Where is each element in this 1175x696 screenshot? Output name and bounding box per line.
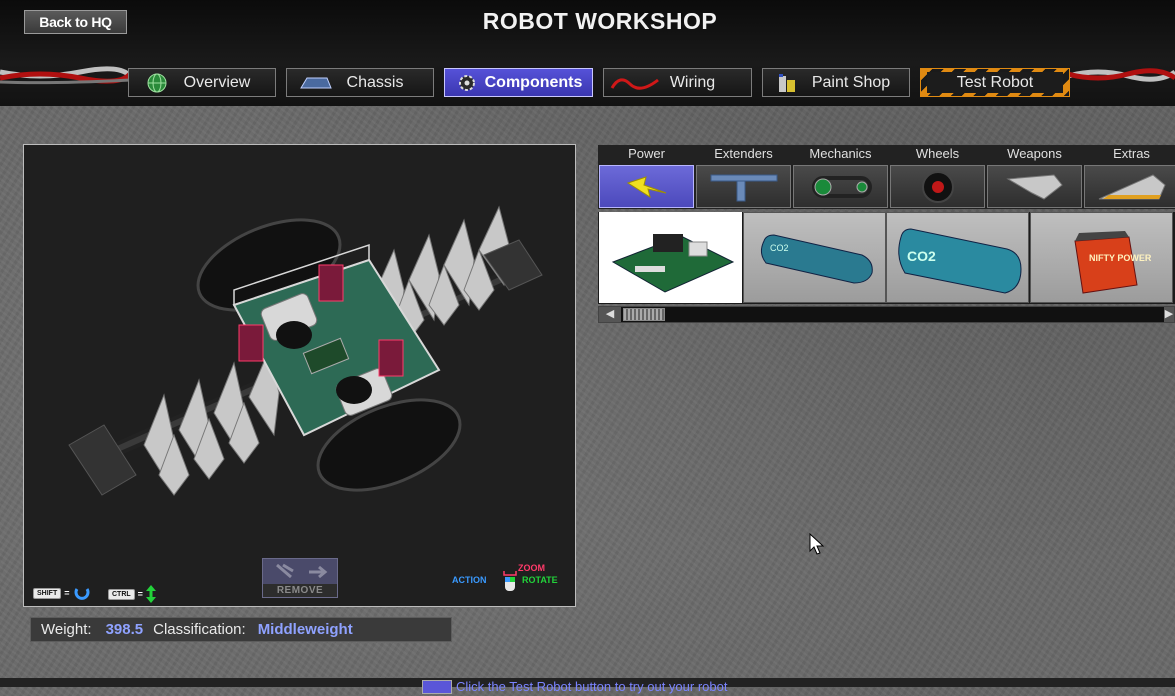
category-label: Weapons bbox=[1007, 146, 1062, 161]
category-label: Mechanics bbox=[809, 146, 872, 161]
wheel-icon bbox=[922, 171, 954, 203]
chain-drive-icon bbox=[812, 176, 872, 198]
ctrl-key-icon: CTRL bbox=[108, 588, 135, 600]
scroll-left-arrow-icon[interactable]: ◀ bbox=[599, 307, 621, 322]
category-button[interactable] bbox=[696, 165, 791, 208]
tab-components[interactable]: Components bbox=[444, 68, 593, 97]
rotate-label: ROTATE bbox=[522, 575, 558, 585]
item-co2-tank-small[interactable]: CO2 bbox=[743, 212, 886, 303]
robot-model[interactable] bbox=[24, 145, 575, 606]
mouse-controls-legend: ZOOM ACTION ROTATE bbox=[452, 563, 572, 603]
zoom-label: ZOOM bbox=[518, 563, 545, 573]
category-label: Wheels bbox=[915, 146, 960, 161]
page-title: ROBOT WORKSHOP bbox=[482, 8, 718, 34]
equals-sign: = bbox=[137, 589, 143, 599]
category-weapons[interactable]: Weapons bbox=[986, 145, 1083, 209]
item-co2-tank-large[interactable]: CO2 bbox=[886, 212, 1029, 303]
rotate-icon bbox=[74, 588, 89, 600]
weight-label: Weight: bbox=[41, 621, 92, 638]
category-label: Power bbox=[628, 146, 665, 161]
component-items: CO2 CO2 NIFTY POWER bbox=[598, 212, 1175, 304]
tab-paint-shop[interactable]: Paint Shop bbox=[762, 68, 910, 97]
battery-icon: NIFTY POWER bbox=[1074, 231, 1152, 294]
remove-label: REMOVE bbox=[263, 584, 337, 597]
equals-sign: = bbox=[64, 588, 70, 598]
category-button[interactable] bbox=[793, 165, 888, 208]
wire-decoration-right bbox=[1068, 68, 1175, 82]
mouse-cursor-icon bbox=[809, 533, 825, 555]
co2-tank-icon: CO2 bbox=[898, 228, 1022, 294]
category-extras[interactable]: Extras bbox=[1083, 145, 1175, 209]
tab-label: Components bbox=[484, 73, 583, 91]
battery-label: NIFTY POWER bbox=[1089, 253, 1152, 263]
remove-icon bbox=[276, 563, 328, 579]
tab-wiring[interactable]: Wiring bbox=[603, 68, 752, 97]
vertical-move-icon bbox=[145, 585, 156, 603]
tab-label: Wiring bbox=[669, 73, 716, 91]
category-label: Extras bbox=[1113, 146, 1150, 161]
lightning-icon bbox=[626, 176, 667, 199]
robot-stats-bar: Weight: 398.5 Classification: Middleweig… bbox=[30, 617, 452, 642]
workshop-tabs: Overview Chassis Components Wiring Paint… bbox=[128, 68, 1070, 97]
scroll-right-arrow-icon[interactable]: ▶ bbox=[1164, 307, 1174, 322]
category-wheels[interactable]: Wheels bbox=[889, 145, 986, 209]
remove-button[interactable]: REMOVE bbox=[262, 558, 338, 598]
tab-test-robot[interactable]: Test Robot bbox=[920, 68, 1070, 97]
category-button[interactable] bbox=[1084, 165, 1175, 208]
tab-overview[interactable]: Overview bbox=[128, 68, 276, 97]
category-power[interactable]: Power bbox=[598, 145, 695, 209]
category-extenders[interactable]: Extenders bbox=[695, 145, 792, 209]
category-button[interactable] bbox=[987, 165, 1082, 208]
action-label: ACTION bbox=[452, 575, 487, 585]
status-message: Click the Test Robot button to try out y… bbox=[456, 679, 728, 694]
category-mechanics[interactable]: Mechanics bbox=[792, 145, 889, 209]
item-battery-box[interactable]: NIFTY POWER bbox=[1030, 212, 1173, 303]
item-circuit-board[interactable] bbox=[599, 212, 742, 303]
category-button[interactable] bbox=[890, 165, 985, 208]
ctrl-move-hint: CTRL = bbox=[108, 585, 156, 603]
classification-label: Classification: bbox=[153, 621, 246, 638]
scroll-thumb[interactable] bbox=[623, 308, 665, 321]
tab-label: Overview bbox=[183, 73, 251, 91]
tab-label: Paint Shop bbox=[811, 73, 891, 91]
tab-label: Chassis bbox=[346, 73, 404, 91]
weight-value: 398.5 bbox=[105, 621, 144, 638]
shift-rotate-hint: SHIFT = bbox=[33, 585, 91, 601]
blade-icon bbox=[1006, 174, 1063, 200]
component-categories: Power Extenders Mechanics Wheels Weapons… bbox=[598, 145, 1175, 209]
category-label: Extenders bbox=[714, 146, 773, 161]
mouse-icon bbox=[503, 571, 517, 591]
wedge-icon bbox=[1098, 174, 1166, 200]
tank-label: CO2 bbox=[907, 248, 936, 264]
extender-icon bbox=[710, 174, 778, 202]
tank-label: CO2 bbox=[770, 243, 789, 253]
wire-decoration-left bbox=[0, 66, 130, 85]
co2-tank-icon: CO2 bbox=[760, 234, 873, 284]
items-scrollbar[interactable]: ◀ ▶ bbox=[598, 306, 1175, 323]
tab-label: Test Robot bbox=[927, 72, 1063, 93]
circuit-board-icon bbox=[611, 234, 735, 293]
category-button[interactable] bbox=[599, 165, 694, 208]
status-info-icon bbox=[422, 680, 452, 694]
top-bar: Back to HQ ROBOT WORKSHOP Overview Chass… bbox=[0, 0, 1175, 106]
robot-3d-viewer[interactable]: SHIFT = CTRL = REMOVE ZOOM ACTION ROTATE bbox=[23, 144, 576, 607]
classification-value: Middleweight bbox=[257, 621, 353, 638]
shift-key-icon: SHIFT bbox=[33, 587, 62, 599]
tab-chassis[interactable]: Chassis bbox=[286, 68, 434, 97]
